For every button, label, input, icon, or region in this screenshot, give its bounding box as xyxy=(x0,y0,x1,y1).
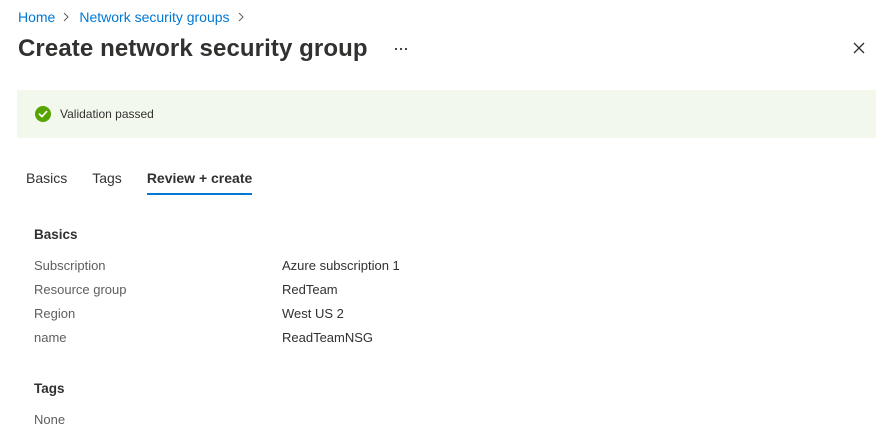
subscription-value: Azure subscription 1 xyxy=(282,258,400,273)
resource-group-value: RedTeam xyxy=(282,282,338,297)
tags-value: None xyxy=(34,412,66,427)
tab-bar: Basics Tags Review + create xyxy=(26,164,253,195)
ellipsis-icon[interactable] xyxy=(394,39,408,59)
region-value: West US 2 xyxy=(282,306,344,321)
check-circle-icon xyxy=(35,106,51,122)
chevron-right-icon xyxy=(59,7,75,27)
tab-review-create[interactable]: Review + create xyxy=(146,164,253,195)
create-nsg-blade: Home Network security groups Create netw… xyxy=(0,0,892,443)
title-row: Create network security group xyxy=(18,33,408,65)
close-icon[interactable] xyxy=(849,38,869,58)
breadcrumb-nsg-link[interactable]: Network security groups xyxy=(79,7,229,27)
validation-message: Validation passed xyxy=(60,107,154,121)
validation-banner: Validation passed xyxy=(17,90,876,138)
breadcrumb-home-link[interactable]: Home xyxy=(18,7,55,27)
tab-basics[interactable]: Basics xyxy=(26,164,67,194)
subscription-label: Subscription xyxy=(34,258,106,273)
tab-tags[interactable]: Tags xyxy=(92,164,122,194)
name-value: ReadTeamNSG xyxy=(282,330,374,345)
resource-group-label: Resource group xyxy=(34,282,127,297)
name-label: name xyxy=(34,330,67,345)
tags-section-heading: Tags xyxy=(34,381,65,396)
basics-section-heading: Basics xyxy=(34,227,78,242)
breadcrumb: Home Network security groups xyxy=(18,7,254,27)
chevron-right-icon xyxy=(234,7,250,27)
region-label: Region xyxy=(34,306,76,321)
page-title: Create network security group xyxy=(18,35,368,62)
